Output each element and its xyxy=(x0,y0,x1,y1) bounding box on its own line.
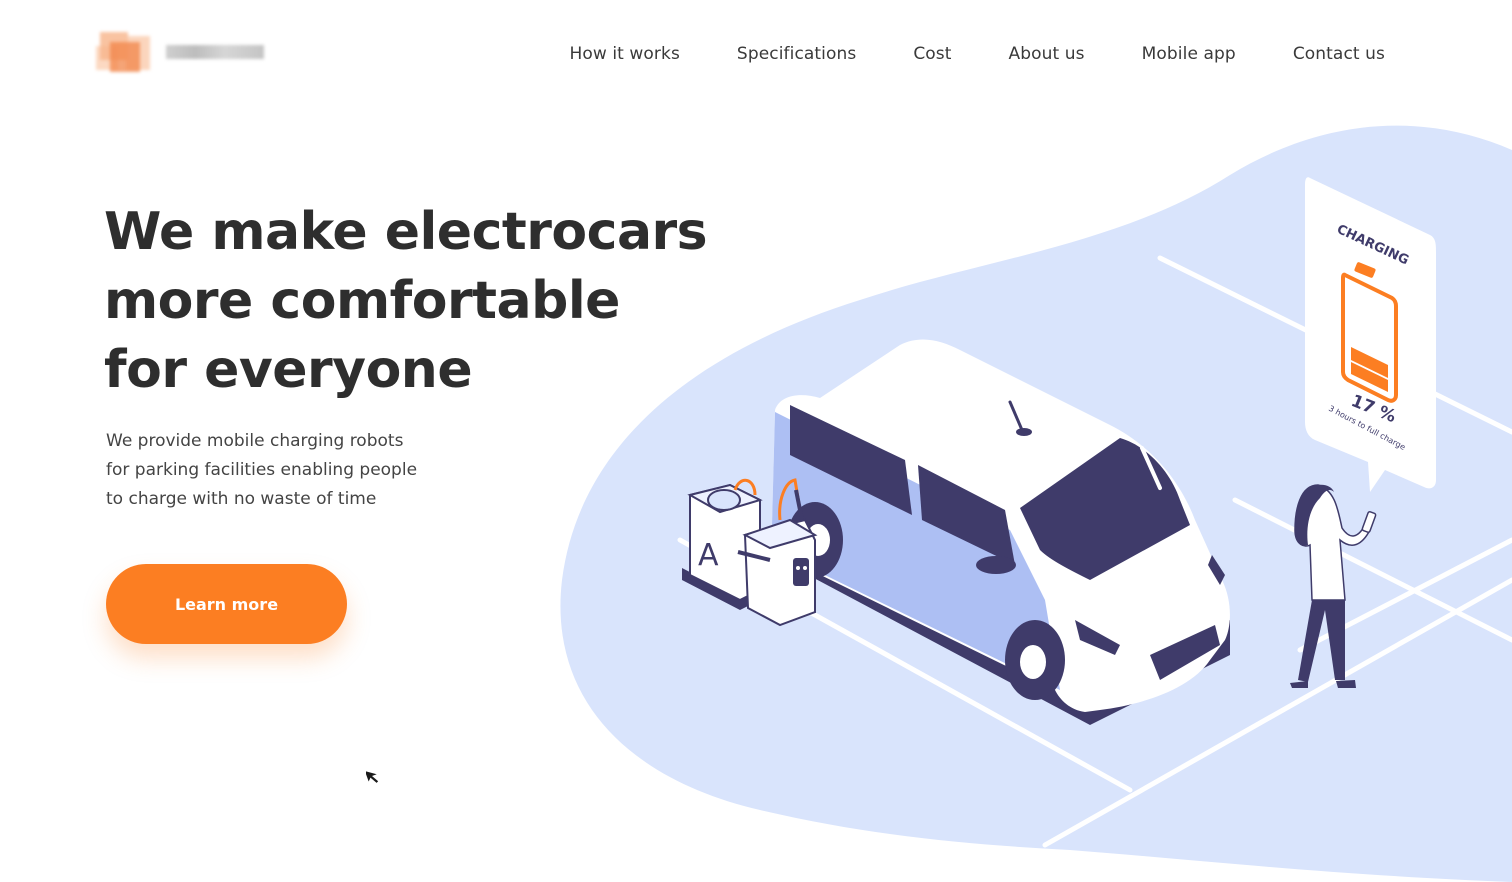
hero-title-line: We make electrocars xyxy=(104,202,708,262)
nav-link-contact-us[interactable]: Contact us xyxy=(1293,44,1385,64)
hero-subtitle-line: We provide mobile charging robots xyxy=(106,431,404,451)
nav-link-how-it-works[interactable]: How it works xyxy=(569,44,679,64)
nav-link-cost[interactable]: Cost xyxy=(913,44,951,64)
nav-link-specifications[interactable]: Specifications xyxy=(737,44,856,64)
nav-link-about-us[interactable]: About us xyxy=(1009,44,1085,64)
robot-label-text: A xyxy=(698,538,719,573)
landing-page: A CHARGING 17 % 3 hours to full charge H… xyxy=(0,0,1512,882)
nav-link-mobile-app[interactable]: Mobile app xyxy=(1142,44,1236,64)
logo-mark-icon xyxy=(96,32,152,74)
learn-more-button[interactable]: Learn more xyxy=(106,564,347,644)
main-nav: How it works Specifications Cost About u… xyxy=(569,44,1385,64)
mouse-cursor-icon xyxy=(366,771,379,783)
brand-logo[interactable] xyxy=(96,32,264,74)
hero-title-line: more comfortable xyxy=(104,271,620,331)
hero-subtitle: We provide mobile charging robots for pa… xyxy=(106,427,486,514)
hero-title: We make electrocars more comfortable for… xyxy=(104,198,744,405)
hero-title-line: for everyone xyxy=(104,340,473,400)
logo-wordmark xyxy=(166,45,264,59)
hero-subtitle-line: to charge with no waste of time xyxy=(106,489,377,509)
hero-subtitle-line: for parking facilities enabling people xyxy=(106,460,418,480)
